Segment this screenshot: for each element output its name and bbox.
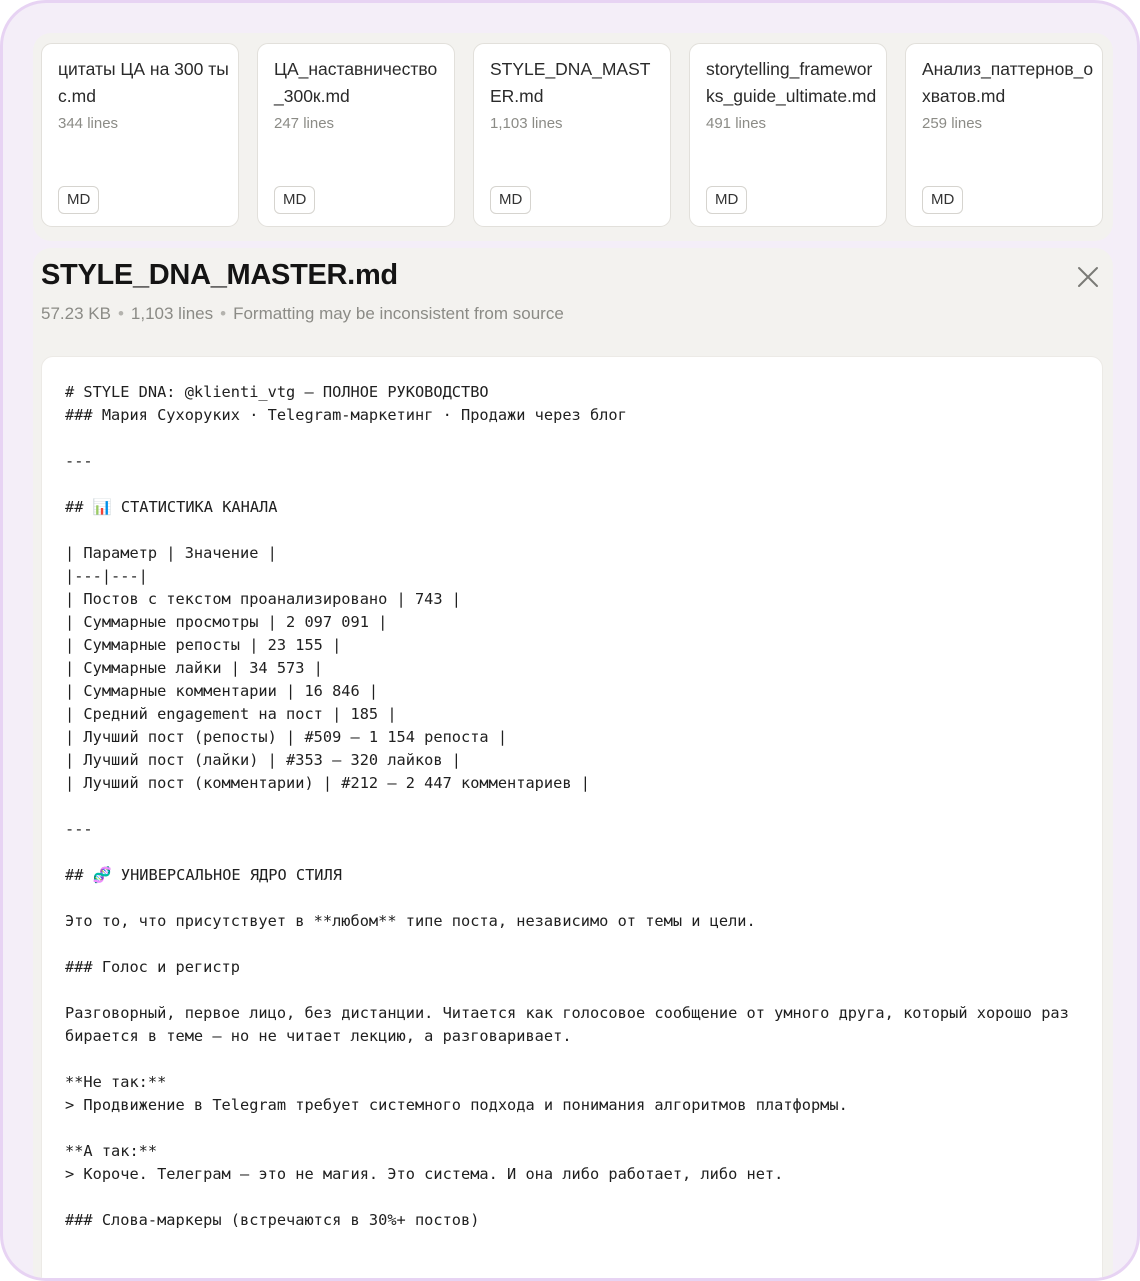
code-line: Это то, что присутствует в **любом** тип… (65, 912, 756, 930)
code-line: |---|---| (65, 567, 148, 585)
code-line: > Короче. Телеграм — это не магия. Это с… (65, 1165, 784, 1183)
code-line: | Суммарные просмотры | 2 097 091 | (65, 613, 388, 631)
attachment-title: storytelling_frameworks_guide_ultimate.m… (706, 56, 878, 138)
code-line: ### Голос и регистр (65, 958, 240, 976)
file-type-badge: MD (490, 186, 532, 214)
file-type-badge: MD (706, 186, 748, 214)
file-viewer-panel: STYLE_DNA_MASTER.md 57.23 KB • 1,103 lines… (33, 248, 1113, 1278)
attachments-strip: цитаты ЦА на 300 тыс.md 344 lines MD ЦА_… (33, 33, 1113, 241)
separator-dot: • (220, 304, 227, 323)
code-line: ### Слова-маркеры (встречаются в 30%+ по… (65, 1211, 480, 1229)
attachment-card[interactable]: storytelling_frameworks_guide_ultimate.m… (689, 43, 887, 227)
app-frame: цитаты ЦА на 300 тыс.md 344 lines MD ЦА_… (0, 0, 1140, 1281)
close-button[interactable] (1075, 264, 1101, 290)
attachment-line-count: 259 lines (922, 115, 983, 132)
document-title: STYLE_DNA_MASTER.md (41, 259, 398, 291)
code-line: ## 🧬 УНИВЕРСАЛЬНОЕ ЯДРО СТИЛЯ (65, 866, 342, 884)
code-line: **Не так:** (65, 1073, 167, 1091)
attachment-line-count: 344 lines (58, 115, 119, 132)
code-line: | Средний engagement на пост | 185 | (65, 705, 397, 723)
code-line: | Суммарные комментарии | 16 846 | (65, 682, 379, 700)
code-line: | Суммарные лайки | 34 573 | (65, 659, 323, 677)
file-line-count: 1,103 lines (130, 304, 214, 323)
attachment-card[interactable]: ЦА_наставничество_300к.md 247 lines MD (257, 43, 455, 227)
code-line: > Продвижение в Telegram требует системн… (65, 1096, 848, 1114)
code-line: | Лучший пост (репосты) | #509 — 1 154 р… (65, 728, 508, 746)
code-line: | Постов с текстом проанализировано | 74… (65, 590, 462, 608)
code-line: ### Мария Сухоруких · Telegram-маркетинг… (65, 406, 627, 424)
attachment-title: Анализ_паттернов_охватов.md 259 lines (922, 56, 1094, 138)
attachment-card[interactable]: Анализ_паттернов_охватов.md 259 lines MD (905, 43, 1103, 227)
attachment-line-count: 247 lines (274, 115, 335, 132)
code-line: # STYLE DNA: @klienti_vtg — ПОЛНОЕ РУКОВ… (65, 383, 489, 401)
code-line: ## 📊 СТАТИСТИКА КАНАЛА (65, 498, 278, 516)
code-line: | Параметр | Значение | (65, 544, 277, 562)
file-type-badge: MD (274, 186, 316, 214)
code-line: | Суммарные репосты | 23 155 | (65, 636, 342, 654)
code-line: | Лучший пост (лайки) | #353 — 320 лайко… (65, 751, 462, 769)
code-line: Разговорный, первое лицо, без дистанции.… (65, 1004, 1069, 1045)
file-size: 57.23 KB (41, 304, 111, 323)
code-line: **А так:** (65, 1142, 158, 1160)
attachment-title: ЦА_наставничество_300к.md 247 lines (274, 56, 446, 138)
markdown-source: # STYLE DNA: @klienti_vtg — ПОЛНОЕ РУКОВ… (65, 381, 1075, 1232)
close-icon (1078, 267, 1098, 287)
code-line: --- (65, 820, 93, 838)
document-content[interactable]: # STYLE DNA: @klienti_vtg — ПОЛНОЕ РУКОВ… (41, 356, 1103, 1278)
formatting-note: Formatting may be inconsistent from sour… (233, 304, 564, 323)
attachment-title: цитаты ЦА на 300 тыс.md 344 lines (58, 56, 230, 138)
separator-dot: • (117, 304, 124, 323)
file-type-badge: MD (922, 186, 964, 214)
document-meta: 57.23 KB • 1,103 lines • Formatting may be i… (41, 304, 564, 324)
attachment-title: STYLE_DNA_MASTER.md 1,103 lines (490, 56, 662, 138)
attachment-line-count: 491 lines (706, 115, 767, 132)
code-line: --- (65, 452, 93, 470)
file-type-badge: MD (58, 186, 100, 214)
code-line: | Лучший пост (комментарии) | #212 — 2 4… (65, 774, 590, 792)
attachment-line-count: 1,103 lines (490, 115, 563, 132)
attachment-card[interactable]: STYLE_DNA_MASTER.md 1,103 lines MD (473, 43, 671, 227)
attachment-card[interactable]: цитаты ЦА на 300 тыс.md 344 lines MD (41, 43, 239, 227)
